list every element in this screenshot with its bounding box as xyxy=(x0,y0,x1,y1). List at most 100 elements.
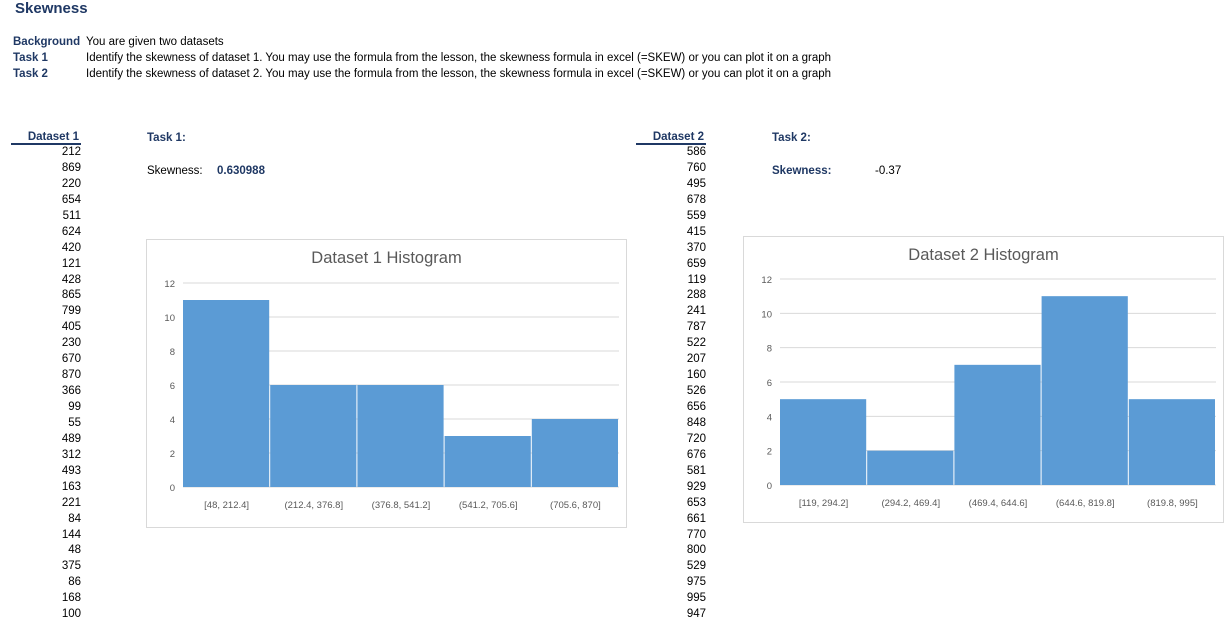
y-tick-label: 6 xyxy=(170,381,175,392)
dataset2-value[interactable]: 653 xyxy=(636,496,706,512)
dataset2-value[interactable]: 370 xyxy=(636,241,706,257)
dataset2-value[interactable]: 656 xyxy=(636,400,706,416)
dataset1-value[interactable]: 870 xyxy=(11,368,81,384)
dataset1-value[interactable]: 670 xyxy=(11,352,81,368)
dataset2-value[interactable]: 415 xyxy=(636,225,706,241)
dataset1-value[interactable]: 230 xyxy=(11,336,81,352)
dataset2-value[interactable]: 947 xyxy=(636,607,706,623)
task1-text: Identify the skewness of dataset 1. You … xyxy=(86,52,832,64)
histogram-bar xyxy=(1041,296,1128,485)
dataset1-value[interactable]: 312 xyxy=(11,448,81,464)
dataset1-value[interactable]: 511 xyxy=(11,209,81,225)
dataset2-value[interactable]: 495 xyxy=(636,177,706,193)
x-tick-label: (819.8, 995] xyxy=(1147,498,1198,509)
dataset2-value[interactable]: 529 xyxy=(636,559,706,575)
dataset1-value[interactable]: 375 xyxy=(11,559,81,575)
dataset2-value[interactable]: 770 xyxy=(636,528,706,544)
dataset2-value[interactable]: 160 xyxy=(636,368,706,384)
dataset2-value[interactable]: 241 xyxy=(636,304,706,320)
background-label: Background xyxy=(13,36,81,48)
dataset2-value[interactable]: 581 xyxy=(636,464,706,480)
dataset2-value[interactable]: 288 xyxy=(636,288,706,304)
task2-skew-label: Skewness: xyxy=(772,165,832,177)
dataset2-value[interactable]: 848 xyxy=(636,416,706,432)
y-tick-label: 10 xyxy=(761,309,772,320)
dataset1-value[interactable]: 221 xyxy=(11,496,81,512)
dataset1-value[interactable]: 799 xyxy=(11,304,81,320)
task2-text: Identify the skewness of dataset 2. You … xyxy=(86,68,832,80)
x-tick-label: (294.2, 469.4] xyxy=(881,498,940,509)
dataset1-value[interactable]: 428 xyxy=(11,273,81,289)
y-tick-label: 12 xyxy=(761,275,772,286)
dataset1-value[interactable]: 100 xyxy=(11,607,81,623)
dataset1-value[interactable]: 84 xyxy=(11,512,81,528)
dataset1-value[interactable]: 493 xyxy=(11,464,81,480)
dataset1-value[interactable]: 121 xyxy=(11,257,81,273)
dataset2-value[interactable]: 526 xyxy=(636,384,706,400)
dataset2-value[interactable]: 661 xyxy=(636,512,706,528)
dataset1-values: 212 869 220 654 511 624 420 121 428 865 799 405 230 6… xyxy=(11,145,81,623)
y-tick-label: 0 xyxy=(170,483,175,494)
dataset1-header[interactable]: Dataset 1 xyxy=(11,131,81,145)
dataset1-value[interactable]: 144 xyxy=(11,528,81,544)
dataset1-value[interactable]: 869 xyxy=(11,161,81,177)
dataset2-value[interactable]: 720 xyxy=(636,432,706,448)
dataset2-value[interactable]: 678 xyxy=(636,193,706,209)
dataset2-histogram-chart[interactable]: Dataset 2 Histogram 0 2 4 6 8 10 12 [119, 294.2… xyxy=(743,236,1224,523)
dataset1-histogram-chart[interactable]: Dataset 1 Histogram 0 2 4 6 8 10 12 [48, 212.4]… xyxy=(146,239,627,528)
dataset2-value[interactable]: 995 xyxy=(636,591,706,607)
dataset2-value[interactable]: 522 xyxy=(636,336,706,352)
dataset2-value[interactable]: 760 xyxy=(636,161,706,177)
dataset2-value[interactable]: 207 xyxy=(636,352,706,368)
task2-skew-value[interactable]: -0.37 xyxy=(875,165,901,177)
dataset1-value[interactable]: 489 xyxy=(11,432,81,448)
dataset1-value[interactable]: 420 xyxy=(11,241,81,257)
dataset2-value[interactable]: 975 xyxy=(636,575,706,591)
dataset2-value[interactable]: 929 xyxy=(636,480,706,496)
y-tick-label: 10 xyxy=(164,313,175,324)
dataset1-value[interactable]: 865 xyxy=(11,288,81,304)
dataset1-value[interactable]: 220 xyxy=(11,177,81,193)
dataset2-value[interactable]: 586 xyxy=(636,145,706,161)
histogram-bar xyxy=(183,300,270,487)
task2-label: Task 2 xyxy=(13,68,48,80)
histogram-bar xyxy=(954,364,1041,485)
dataset2-value[interactable]: 559 xyxy=(636,209,706,225)
histogram-bar xyxy=(531,419,618,487)
y-tick-label: 2 xyxy=(767,447,772,458)
histogram-bar xyxy=(780,399,867,485)
dataset2-value[interactable]: 676 xyxy=(636,448,706,464)
dataset1-value[interactable]: 212 xyxy=(11,145,81,161)
dataset1-column: Dataset 1 212 869 220 654 511 624 420 121 428 865… xyxy=(11,131,81,623)
x-tick-label: (541.2, 705.6] xyxy=(459,500,518,511)
dataset2-value[interactable]: 787 xyxy=(636,320,706,336)
task1-skew-label: Skewness: xyxy=(147,165,203,177)
dataset1-value[interactable]: 366 xyxy=(11,384,81,400)
dataset1-value[interactable]: 654 xyxy=(11,193,81,209)
y-tick-label: 8 xyxy=(767,344,772,355)
task1-skew-value[interactable]: 0.630988 xyxy=(217,165,265,177)
dataset2-value[interactable]: 119 xyxy=(636,273,706,289)
dataset1-value[interactable]: 99 xyxy=(11,400,81,416)
dataset1-value[interactable]: 163 xyxy=(11,480,81,496)
task2-heading: Task 2: xyxy=(772,132,811,144)
task1-heading: Task 1: xyxy=(147,132,186,144)
x-tick-label: (212.4, 376.8] xyxy=(284,500,343,511)
histogram-bar xyxy=(270,385,357,487)
x-tick-label: [48, 212.4] xyxy=(204,500,249,511)
dataset1-value[interactable]: 405 xyxy=(11,320,81,336)
x-tick-label: (376.8, 541.2] xyxy=(372,500,431,511)
histogram-bar xyxy=(357,385,444,487)
dataset2-value[interactable]: 659 xyxy=(636,257,706,273)
chart2-plot: 0 2 4 6 8 10 12 [119, 294.2] (294.2, 469.4] (469.… xyxy=(761,275,1216,509)
dataset1-value[interactable]: 48 xyxy=(11,543,81,559)
dataset2-header[interactable]: Dataset 2 xyxy=(636,131,706,145)
y-tick-label: 0 xyxy=(767,481,772,492)
dataset1-value[interactable]: 624 xyxy=(11,225,81,241)
dataset1-value[interactable]: 86 xyxy=(11,575,81,591)
dataset1-value[interactable]: 55 xyxy=(11,416,81,432)
task1-label: Task 1 xyxy=(13,52,48,64)
dataset2-value[interactable]: 800 xyxy=(636,543,706,559)
y-tick-label: 4 xyxy=(767,412,772,423)
dataset1-value[interactable]: 168 xyxy=(11,591,81,607)
